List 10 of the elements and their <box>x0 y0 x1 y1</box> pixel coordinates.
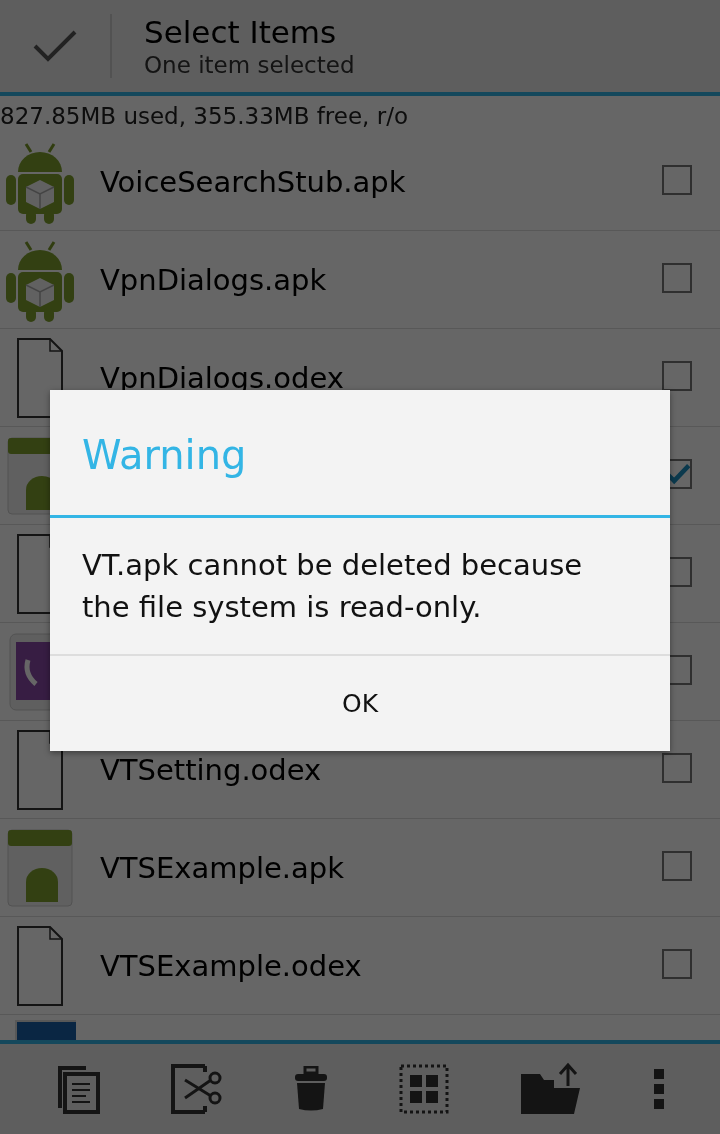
file-name: VpnDialogs.apk <box>100 262 327 297</box>
file-name: VTSExample.odex <box>100 948 362 983</box>
file-name: VTSetting.odex <box>100 752 322 787</box>
file-name: VoiceSearchStub.apk <box>100 164 406 199</box>
dialog-message: VT.apk cannot be deleted because the file system is read-only. <box>50 518 670 656</box>
storage-info: 827.85MB used, 355.33MB free, r/o <box>0 102 409 131</box>
dialog-title: Warning <box>50 390 670 518</box>
file-name: VTSExample.apk <box>100 850 344 885</box>
selection-count: One item selected <box>144 51 355 79</box>
action-bar-title: Select Items <box>144 13 338 51</box>
